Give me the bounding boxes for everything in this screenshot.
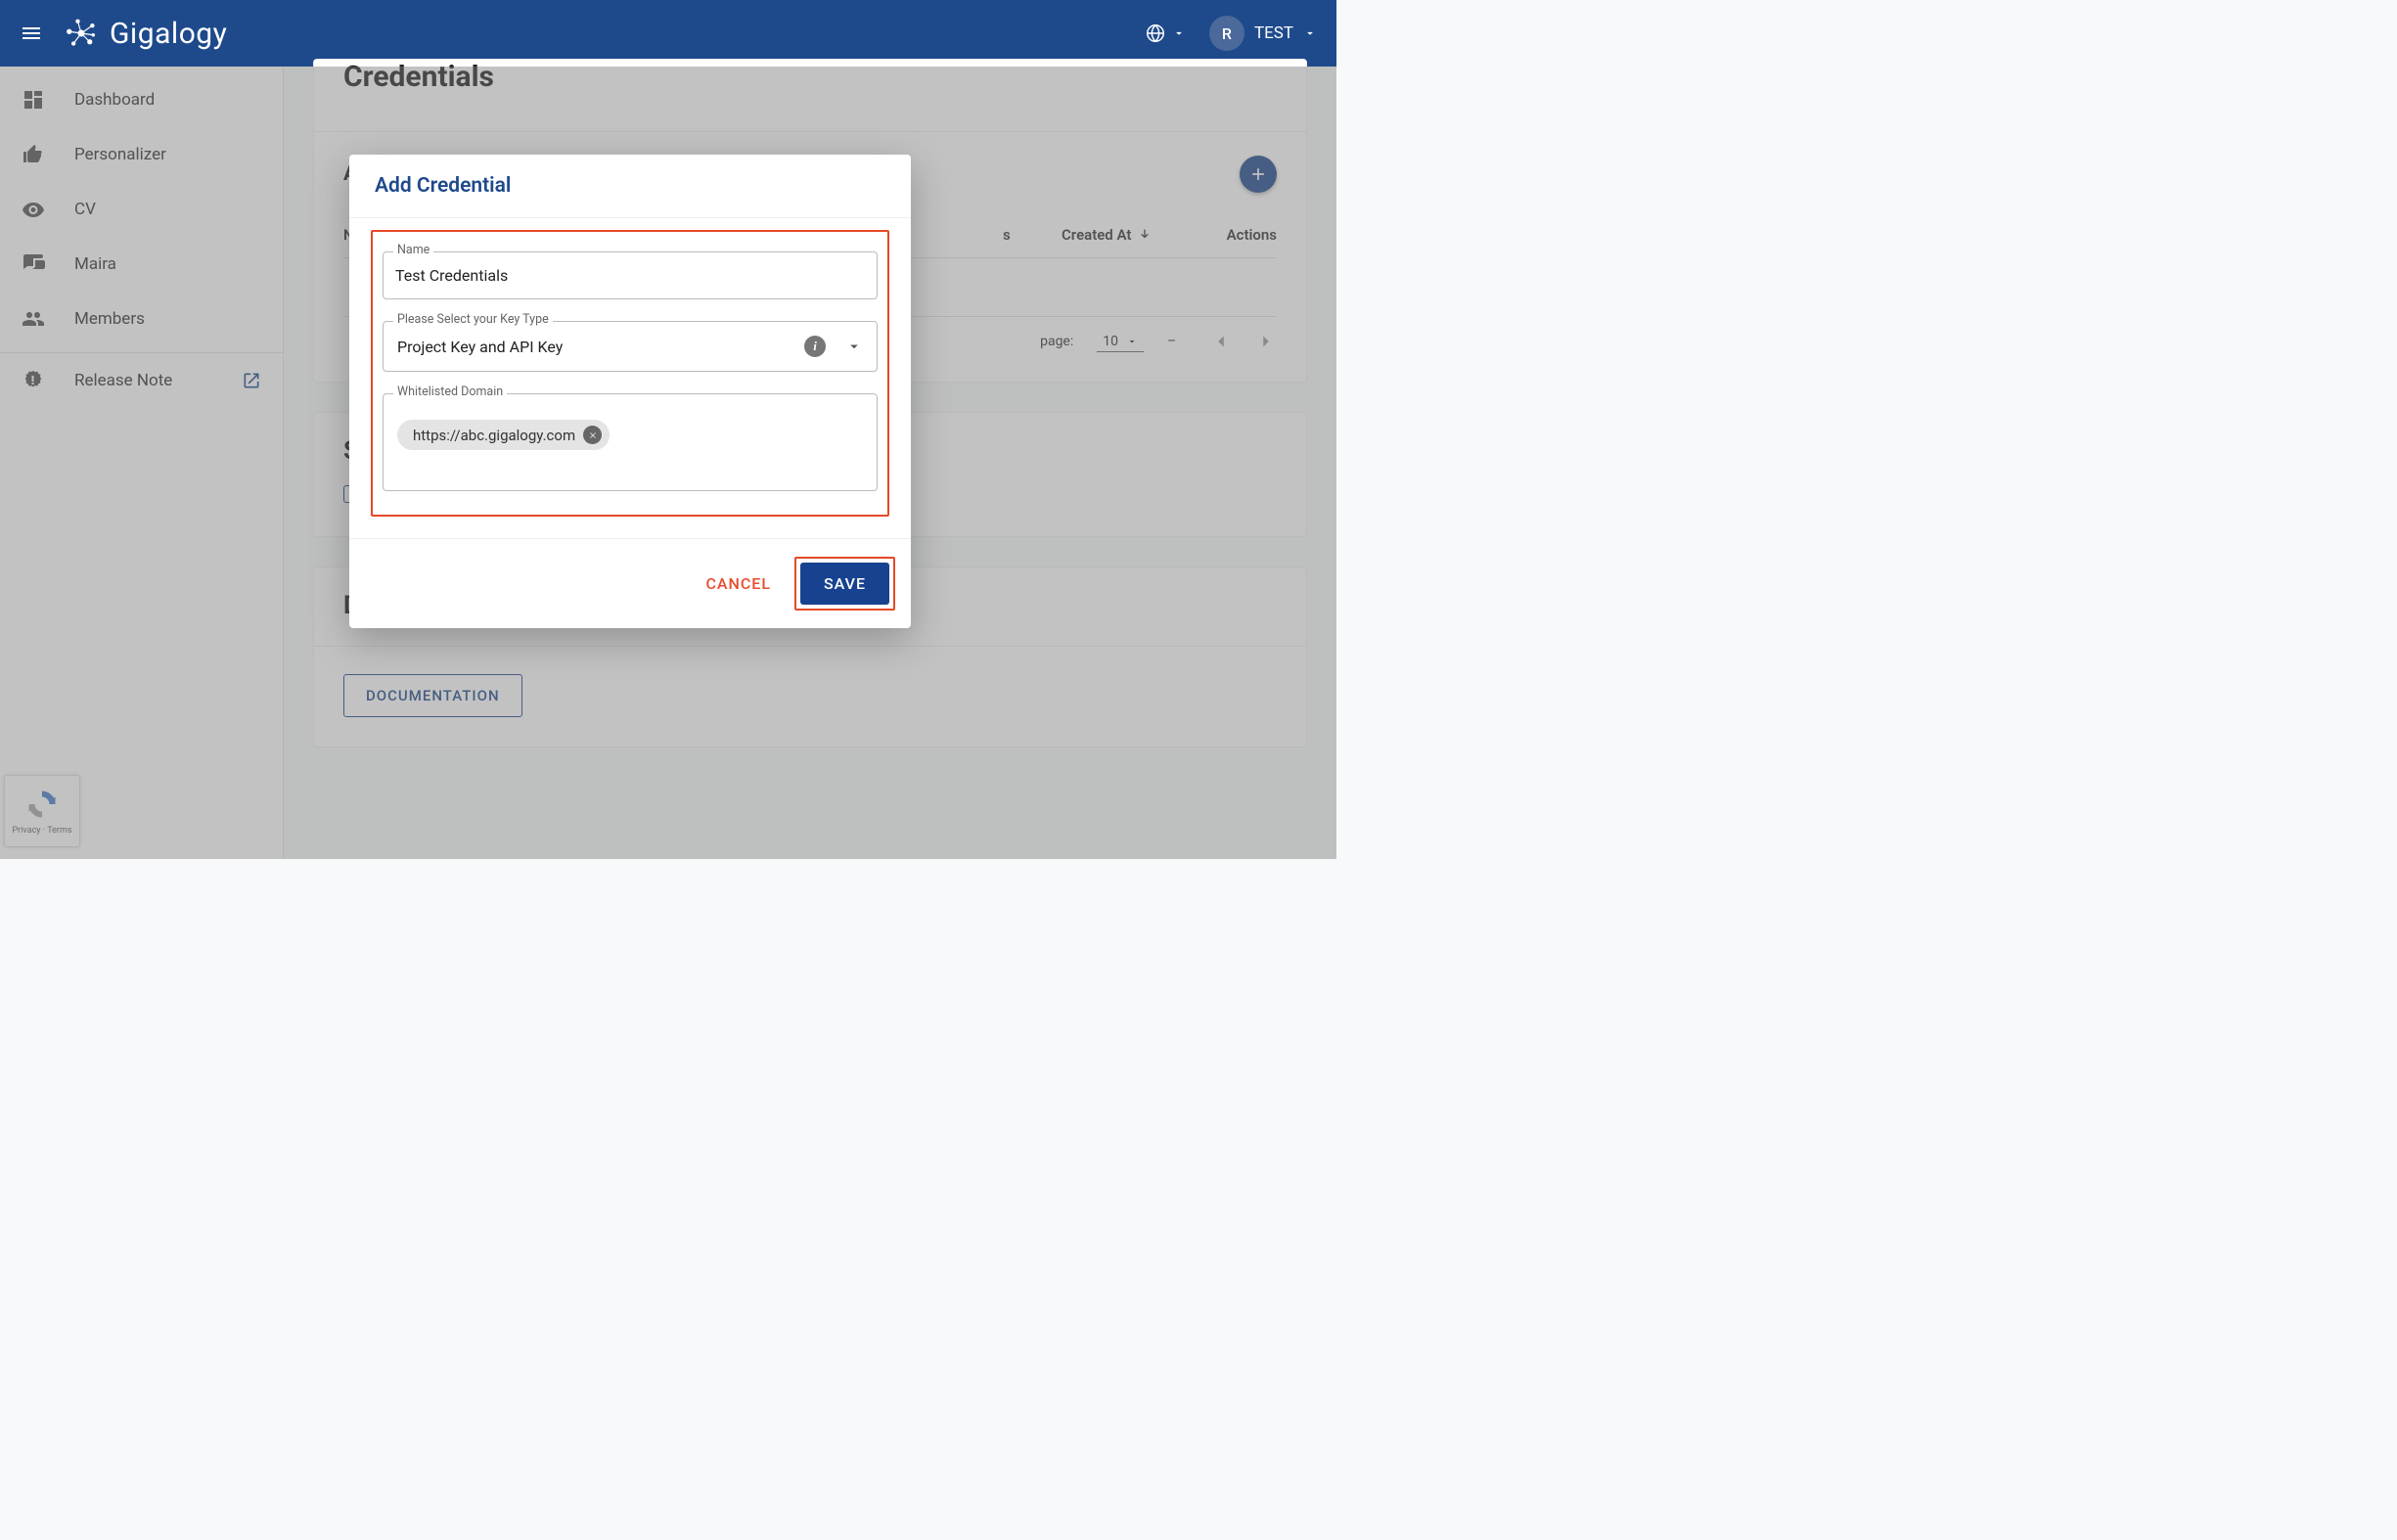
dialog-header: Add Credential: [349, 155, 911, 218]
name-input[interactable]: [383, 251, 878, 299]
info-icon[interactable]: i: [804, 336, 826, 357]
logo-icon: [61, 13, 102, 54]
chevron-down-icon: [845, 338, 863, 355]
field-whitelist: Whitelisted Domain https://abc.gigalogy.…: [383, 393, 878, 491]
dialog-form-highlight: Name Please Select your Key Type Project…: [371, 230, 889, 517]
key-type-select[interactable]: Project Key and API Key i: [383, 321, 878, 372]
whitelist-input-area[interactable]: https://abc.gigalogy.com: [383, 393, 878, 491]
name-label: Name: [393, 243, 433, 257]
add-credential-dialog: Add Credential Name Please Select your K…: [349, 155, 911, 628]
chevron-down-icon: [1303, 26, 1317, 40]
close-icon: [588, 430, 598, 440]
cancel-button[interactable]: CANCEL: [700, 565, 777, 603]
field-name: Name: [383, 251, 878, 299]
domain-chip: https://abc.gigalogy.com: [397, 420, 610, 450]
key-type-value: Project Key and API Key: [397, 338, 563, 356]
save-button[interactable]: SAVE: [800, 563, 889, 605]
hamburger-menu-button[interactable]: [20, 22, 43, 45]
whitelist-label: Whitelisted Domain: [393, 385, 507, 399]
save-button-highlight: SAVE: [794, 557, 895, 611]
dialog-title: Add Credential: [375, 174, 885, 198]
field-key-type: Please Select your Key Type Project Key …: [383, 321, 878, 372]
key-type-label: Please Select your Key Type: [393, 312, 553, 327]
header-left: Gigalogy: [20, 13, 227, 54]
brand-name: Gigalogy: [110, 17, 227, 51]
chevron-down-icon: [1172, 26, 1186, 40]
chip-text: https://abc.gigalogy.com: [413, 427, 575, 444]
brand-logo[interactable]: Gigalogy: [61, 13, 227, 54]
chip-remove-button[interactable]: [583, 426, 602, 444]
dialog-footer: CANCEL SAVE: [349, 538, 911, 628]
